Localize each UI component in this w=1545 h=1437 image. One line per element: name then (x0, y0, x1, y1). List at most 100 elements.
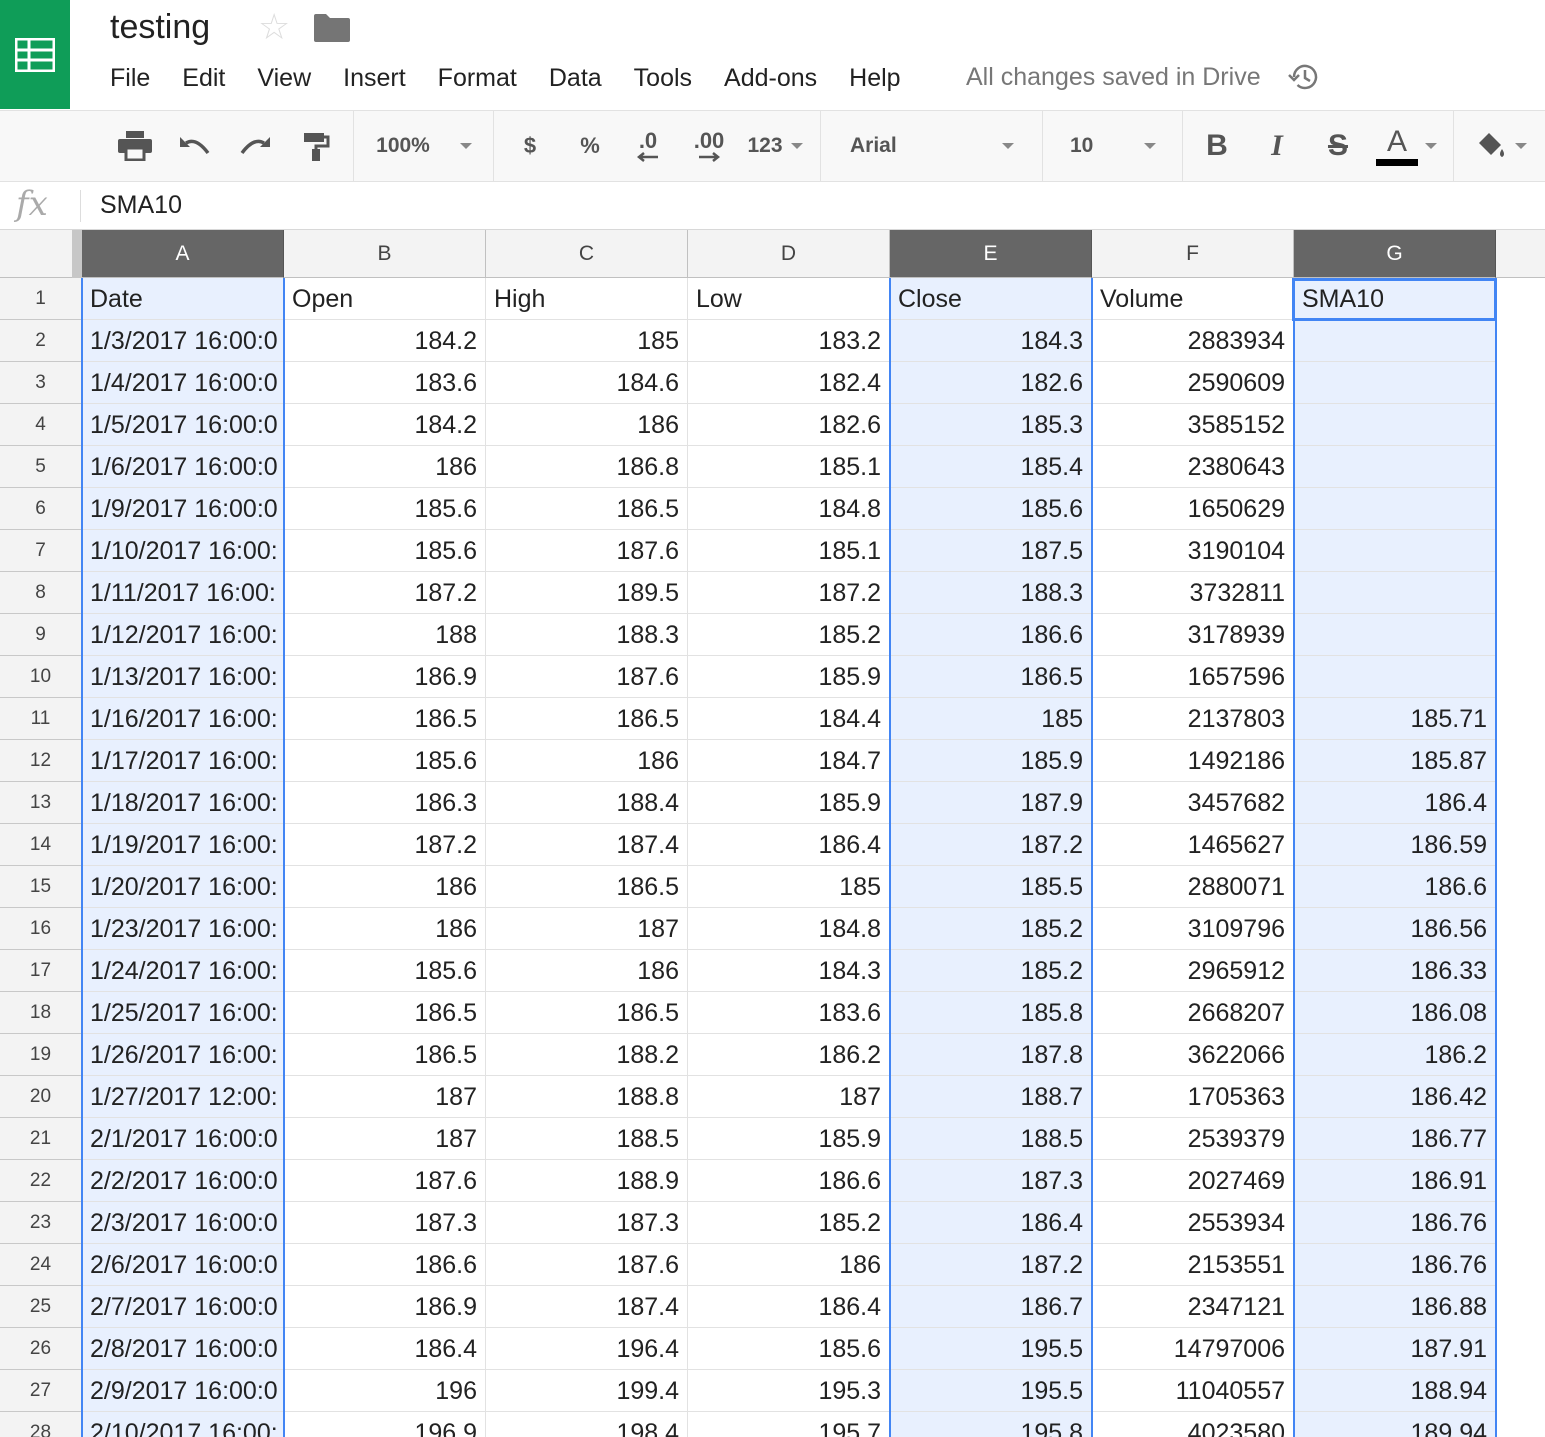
frozen-row-handle[interactable] (72, 230, 82, 278)
cell-b21[interactable]: 187 (284, 1118, 486, 1160)
cell-g27[interactable]: 188.94 (1294, 1370, 1496, 1412)
cell-d25[interactable]: 186.4 (688, 1286, 890, 1328)
cell-g23[interactable]: 186.76 (1294, 1202, 1496, 1244)
cell-f8[interactable]: 3732811 (1092, 572, 1294, 614)
column-header-b[interactable]: B (284, 230, 486, 278)
cell-a15[interactable]: 1/20/2017 16:00: (82, 866, 284, 908)
cell-a11[interactable]: 1/16/2017 16:00: (82, 698, 284, 740)
document-title[interactable]: testing (110, 8, 210, 47)
cell-b14[interactable]: 187.2 (284, 824, 486, 866)
cell-a1[interactable]: Date (82, 278, 284, 320)
cell-a8[interactable]: 1/11/2017 16:00: (82, 572, 284, 614)
cell-g20[interactable]: 186.42 (1294, 1076, 1496, 1118)
cell-a10[interactable]: 1/13/2017 16:00: (82, 656, 284, 698)
cell-a19[interactable]: 1/26/2017 16:00: (82, 1034, 284, 1076)
cell-a13[interactable]: 1/18/2017 16:00: (82, 782, 284, 824)
cell-a21[interactable]: 2/1/2017 16:00:0 (82, 1118, 284, 1160)
redo-button[interactable] (234, 111, 276, 181)
cell-b11[interactable]: 186.5 (284, 698, 486, 740)
cell-b23[interactable]: 187.3 (284, 1202, 486, 1244)
spreadsheet-grid[interactable]: A B C D E F G 1 Date Open High Low Close Volume SMA10 2… (0, 230, 1545, 1437)
cell-a5[interactable]: 1/6/2017 16:00:0 (82, 446, 284, 488)
cell-e7[interactable]: 187.5 (890, 530, 1092, 572)
cell-c21[interactable]: 188.5 (486, 1118, 688, 1160)
cell-d27[interactable]: 195.3 (688, 1370, 890, 1412)
font-family-select[interactable]: Arial (834, 111, 1030, 181)
cell-b20[interactable]: 187 (284, 1076, 486, 1118)
cell-g9[interactable] (1294, 614, 1496, 656)
cell-f16[interactable]: 3109796 (1092, 908, 1294, 950)
zoom-select[interactable]: 100% (366, 111, 482, 181)
cell-b28[interactable]: 196.9 (284, 1412, 486, 1437)
sheets-logo[interactable] (0, 0, 70, 109)
cell-c20[interactable]: 188.8 (486, 1076, 688, 1118)
cell-b6[interactable]: 185.6 (284, 488, 486, 530)
cell-f25[interactable]: 2347121 (1092, 1286, 1294, 1328)
cell-e22[interactable]: 187.3 (890, 1160, 1092, 1202)
cell-c14[interactable]: 187.4 (486, 824, 688, 866)
more-formats-button[interactable]: 123 (742, 111, 808, 181)
cell-g28[interactable]: 189.94 (1294, 1412, 1496, 1437)
cell-c19[interactable]: 188.2 (486, 1034, 688, 1076)
cell-g24[interactable]: 186.76 (1294, 1244, 1496, 1286)
cell-c10[interactable]: 187.6 (486, 656, 688, 698)
cell-d2[interactable]: 183.2 (688, 320, 890, 362)
paint-format-button[interactable] (296, 111, 336, 181)
cell-g18[interactable]: 186.08 (1294, 992, 1496, 1034)
cell-b22[interactable]: 187.6 (284, 1160, 486, 1202)
row-header-24[interactable]: 24 (0, 1244, 82, 1286)
cell-c23[interactable]: 187.3 (486, 1202, 688, 1244)
cell-e18[interactable]: 185.8 (890, 992, 1092, 1034)
row-header-26[interactable]: 26 (0, 1328, 82, 1370)
cell-f23[interactable]: 2553934 (1092, 1202, 1294, 1244)
formula-input[interactable] (100, 182, 1500, 228)
cell-b9[interactable]: 188 (284, 614, 486, 656)
cell-b16[interactable]: 186 (284, 908, 486, 950)
cell-f12[interactable]: 1492186 (1092, 740, 1294, 782)
font-size-select[interactable]: 10 (1054, 111, 1170, 181)
cell-a17[interactable]: 1/24/2017 16:00: (82, 950, 284, 992)
decrease-decimal-button[interactable]: .0 (624, 111, 672, 181)
strikethrough-button[interactable]: S (1318, 111, 1358, 181)
row-header-25[interactable]: 25 (0, 1286, 82, 1328)
star-icon[interactable]: ☆ (258, 6, 290, 48)
cell-c6[interactable]: 186.5 (486, 488, 688, 530)
bold-button[interactable]: B (1198, 111, 1236, 181)
row-header-11[interactable]: 11 (0, 698, 82, 740)
folder-icon[interactable] (314, 14, 350, 42)
cell-g11[interactable]: 185.71 (1294, 698, 1496, 740)
row-header-28[interactable]: 28 (0, 1412, 82, 1437)
cell-e21[interactable]: 188.5 (890, 1118, 1092, 1160)
cell-c11[interactable]: 186.5 (486, 698, 688, 740)
cell-a7[interactable]: 1/10/2017 16:00: (82, 530, 284, 572)
cell-f19[interactable]: 3622066 (1092, 1034, 1294, 1076)
cell-e9[interactable]: 186.6 (890, 614, 1092, 656)
cell-f4[interactable]: 3585152 (1092, 404, 1294, 446)
row-header-16[interactable]: 16 (0, 908, 82, 950)
menu-data[interactable]: Data (549, 62, 602, 94)
cell-f11[interactable]: 2137803 (1092, 698, 1294, 740)
menu-edit[interactable]: Edit (182, 62, 225, 94)
cell-a22[interactable]: 2/2/2017 16:00:0 (82, 1160, 284, 1202)
cell-f2[interactable]: 2883934 (1092, 320, 1294, 362)
cell-d22[interactable]: 186.6 (688, 1160, 890, 1202)
row-header-5[interactable]: 5 (0, 446, 82, 488)
cell-e3[interactable]: 182.6 (890, 362, 1092, 404)
percent-button[interactable]: % (570, 111, 610, 181)
cell-b13[interactable]: 186.3 (284, 782, 486, 824)
increase-decimal-button[interactable]: .00 (684, 111, 734, 181)
menu-view[interactable]: View (257, 62, 311, 94)
cell-f1[interactable]: Volume (1092, 278, 1294, 320)
cell-c22[interactable]: 188.9 (486, 1160, 688, 1202)
cell-g12[interactable]: 185.87 (1294, 740, 1496, 782)
cell-c3[interactable]: 184.6 (486, 362, 688, 404)
cell-b17[interactable]: 185.6 (284, 950, 486, 992)
cell-g2[interactable] (1294, 320, 1496, 362)
cell-d3[interactable]: 182.4 (688, 362, 890, 404)
cell-e20[interactable]: 188.7 (890, 1076, 1092, 1118)
cell-b10[interactable]: 186.9 (284, 656, 486, 698)
cell-d17[interactable]: 184.3 (688, 950, 890, 992)
cell-c16[interactable]: 187 (486, 908, 688, 950)
cell-c4[interactable]: 186 (486, 404, 688, 446)
column-header-g[interactable]: G (1294, 230, 1496, 278)
